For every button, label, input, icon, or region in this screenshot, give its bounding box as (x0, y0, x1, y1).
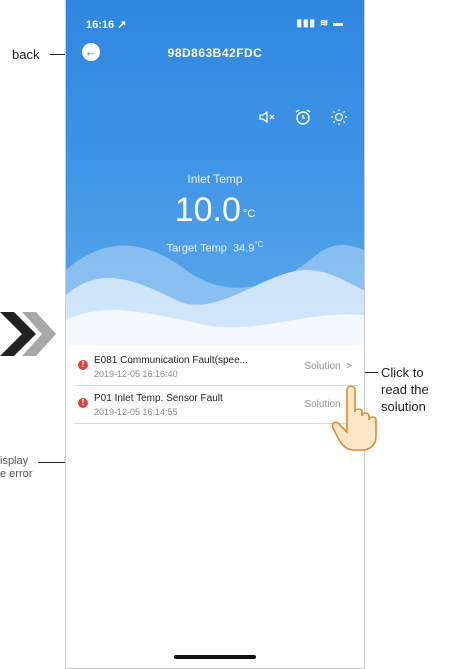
hand-pointer-icon (331, 385, 377, 451)
alarm-clock-icon[interactable] (293, 107, 313, 127)
back-annotation: back (12, 47, 40, 62)
device-id-title: 98D863B42FDC (167, 46, 263, 60)
fault-row[interactable]: ! E081 Communication Fault(spee... 2019-… (74, 348, 358, 386)
wave-decoration (66, 245, 364, 345)
solution-annotation-line-1: Click to (381, 365, 424, 380)
fault-row[interactable]: ! P01 Inlet Temp. Sensor Fault 2019-12-0… (74, 386, 358, 424)
inlet-temp-unit: °C (242, 208, 256, 220)
solution-label: Solution (304, 361, 341, 372)
solution-annotation-line-2: read the (381, 382, 429, 397)
temperature-panel: 16:16 ↗ ▮▮▮ ≋ ▬ ← 98D863B42FDC Inlet Tem… (66, 0, 364, 345)
inlet-temp-value: 10.0 °C (66, 190, 364, 230)
fault-date: 2019-12-05 16:14:55 (94, 407, 178, 417)
status-bar: 16:16 ↗ ▮▮▮ ≋ ▬ (86, 18, 344, 32)
display-error-line-1: isplay (0, 455, 29, 467)
display-error-line-2: e error (0, 468, 33, 480)
inlet-temp-number: 10.0 (174, 191, 241, 229)
mute-icon[interactable] (257, 107, 277, 127)
solution-button[interactable]: Solution > (304, 361, 352, 372)
fault-name: P01 Inlet Temp. Sensor Fault (94, 393, 223, 404)
inlet-temp-label: Inlet Temp (187, 172, 243, 186)
fault-name: E081 Communication Fault(spee... (94, 355, 248, 366)
status-time: 16:16 ↗ (86, 19, 127, 31)
display-error-annotation: isplay e error (0, 455, 32, 481)
phone-screen: 16:16 ↗ ▮▮▮ ≋ ▬ ← 98D863B42FDC Inlet Tem… (65, 0, 365, 669)
brightness-icon[interactable] (329, 107, 349, 127)
error-icon: ! (78, 360, 88, 370)
error-icon: ! (78, 398, 88, 408)
double-chevron-icon (0, 312, 56, 356)
fault-date: 2019-12-05 16:16:40 (94, 369, 178, 379)
chevron-right-icon: > (346, 361, 352, 372)
fault-list: ! E081 Communication Fault(spee... 2019-… (74, 348, 358, 424)
solution-annotation-line-3: solution (381, 399, 426, 414)
home-indicator (174, 655, 256, 659)
solution-annotation: Click to read the solution (381, 364, 429, 415)
status-indicators: ▮▮▮ ≋ ▬ (296, 18, 344, 29)
